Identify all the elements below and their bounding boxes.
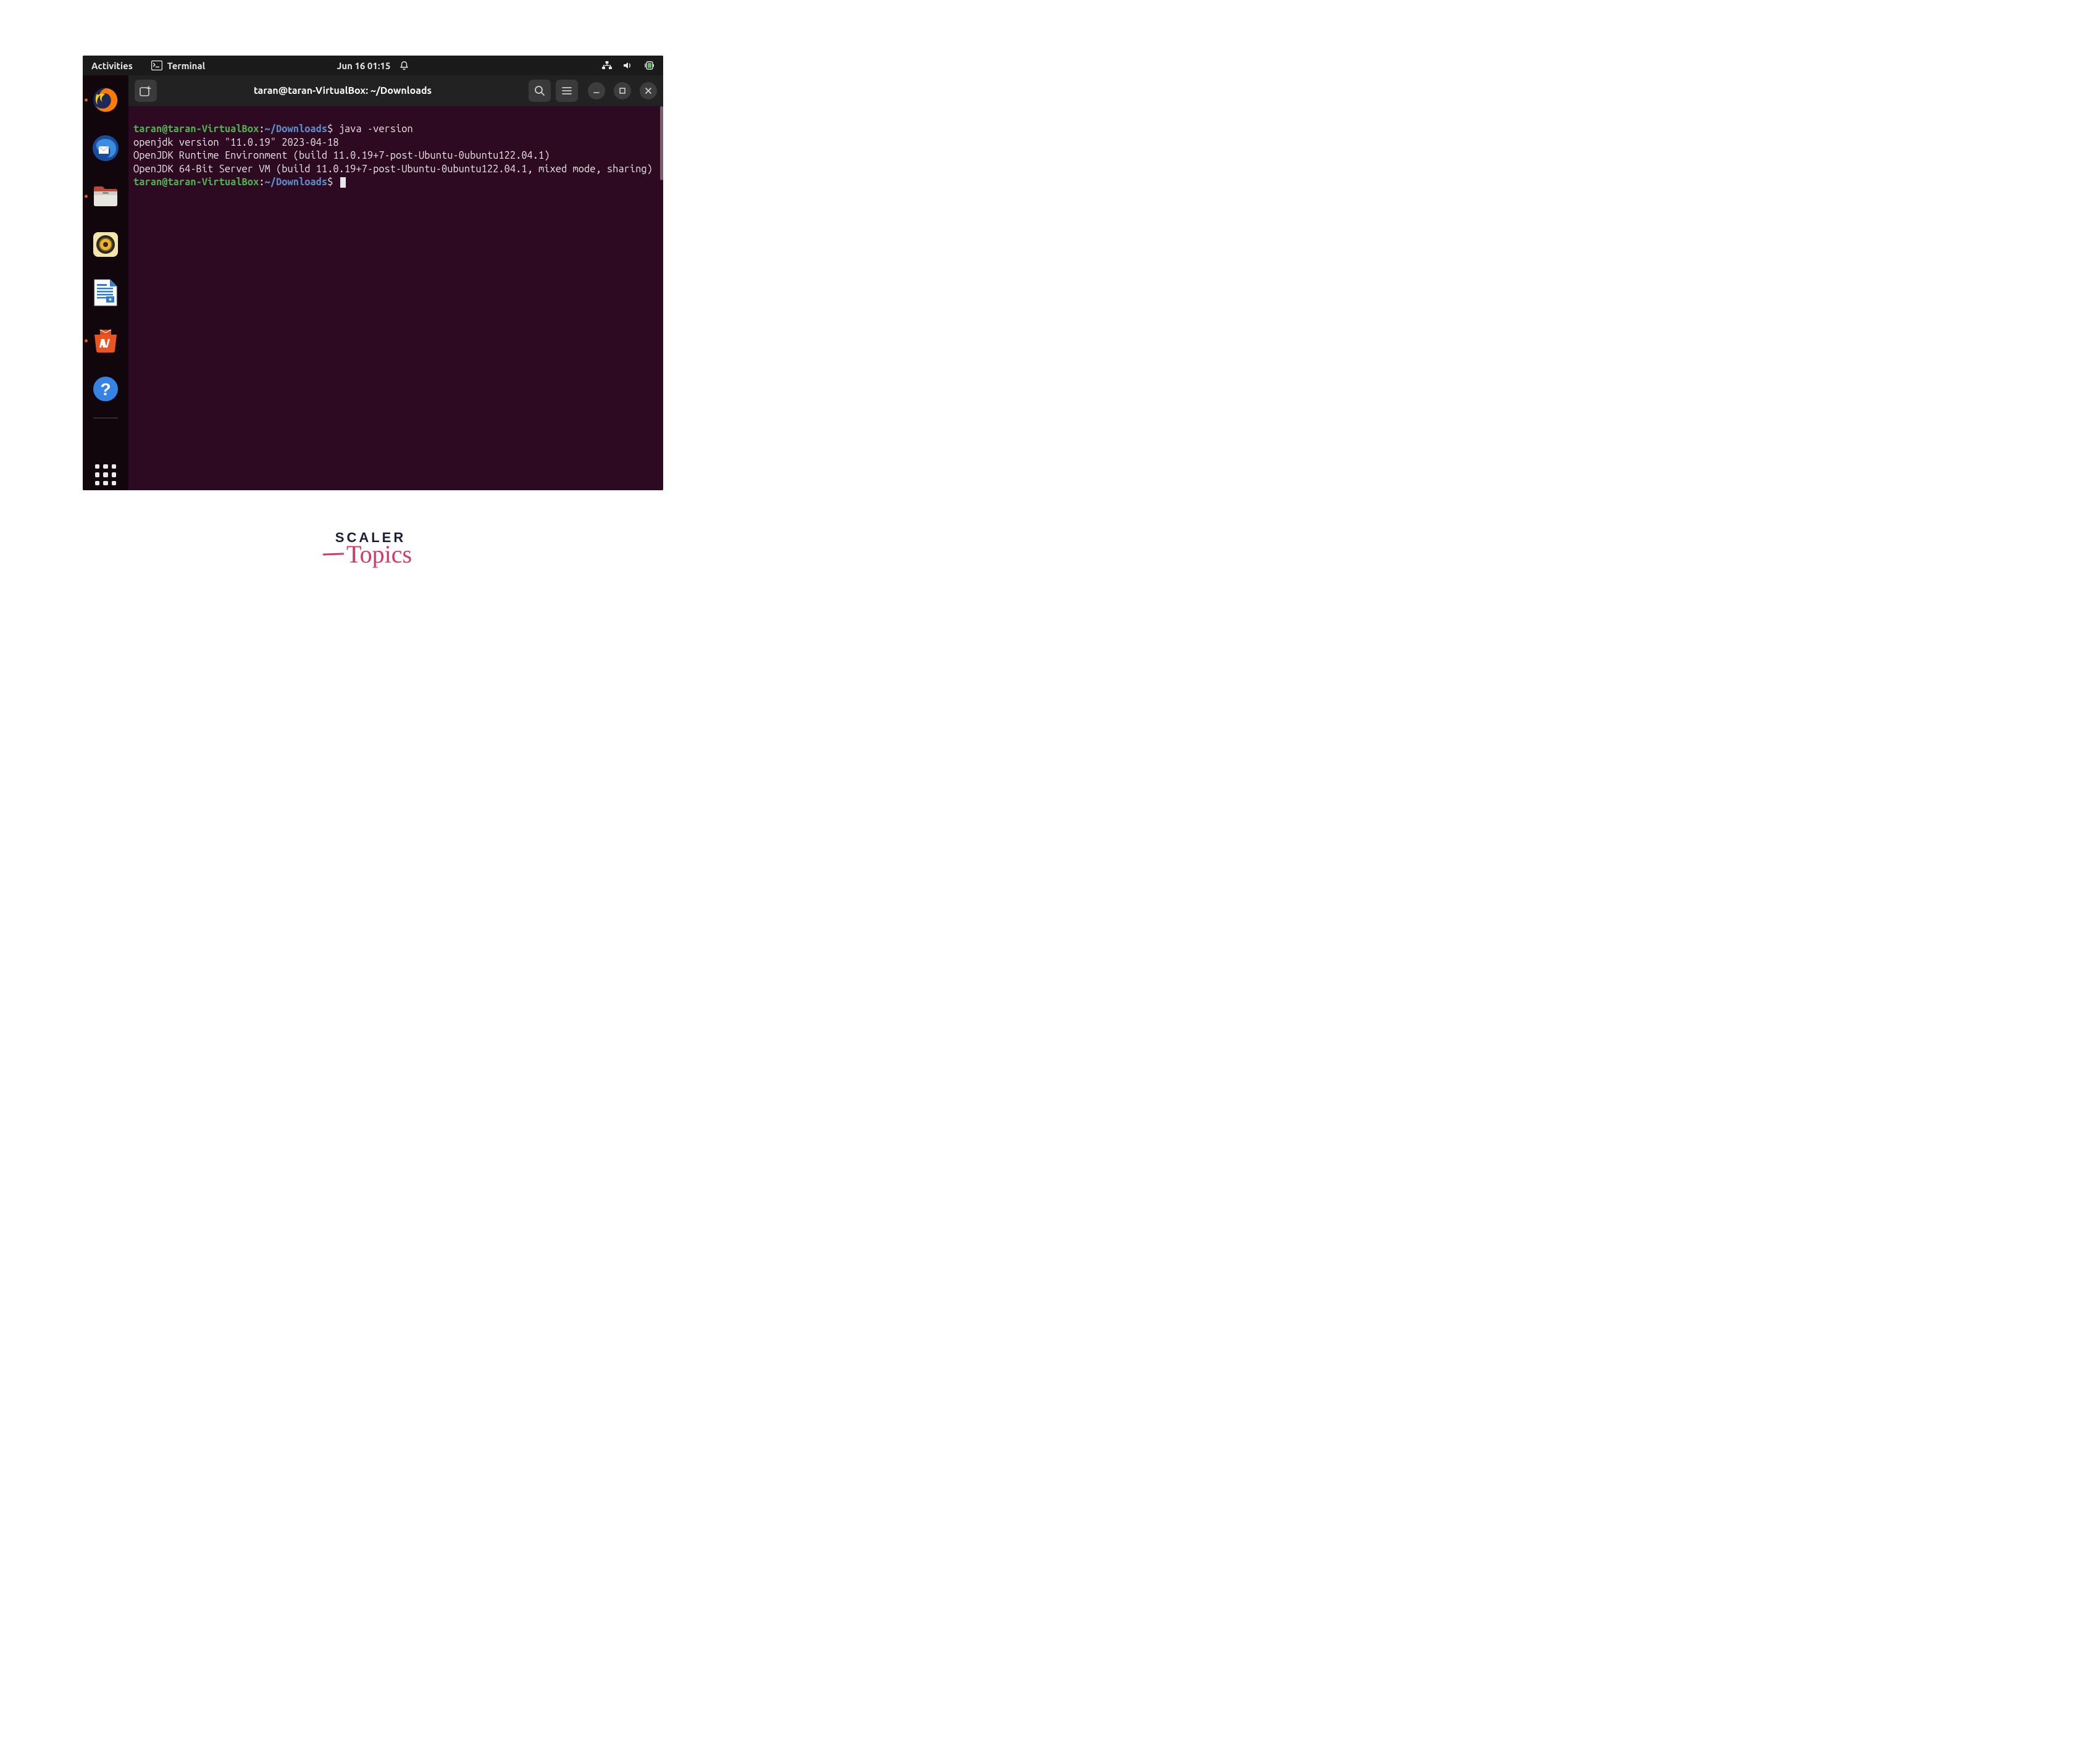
prompt-user: taran@taran-VirtualBox <box>133 177 259 188</box>
search-button[interactable] <box>529 80 551 102</box>
new-tab-icon <box>140 85 152 96</box>
command-text: java -version <box>339 123 413 135</box>
minimize-icon <box>593 87 600 94</box>
network-icon[interactable] <box>601 61 613 70</box>
prompt-user: taran@taran-VirtualBox <box>133 123 259 135</box>
notification-bell-icon[interactable] <box>399 61 409 70</box>
volume-icon[interactable] <box>622 61 634 70</box>
hamburger-icon <box>562 86 572 95</box>
svg-text:?: ? <box>100 380 111 399</box>
power-battery-icon[interactable] <box>643 61 655 70</box>
files-icon <box>91 183 120 209</box>
gnome-menubar: Activities Terminal Jun 16 01:15 <box>83 56 663 75</box>
prompt-symbol: $ <box>327 123 333 135</box>
dock-libreoffice-writer[interactable] <box>91 278 120 307</box>
output-line: OpenJDK Runtime Environment (build 11.0.… <box>133 150 550 161</box>
prompt-colon: : <box>259 177 264 188</box>
dock-firefox[interactable] <box>91 85 120 115</box>
output-line: openjdk version "11.0.19" 2023-04-18 <box>133 137 339 148</box>
running-indicator-icon <box>85 195 88 198</box>
thunderbird-icon <box>91 134 120 162</box>
firefox-icon <box>91 86 120 114</box>
minimize-button[interactable] <box>588 82 605 99</box>
libreoffice-writer-icon <box>93 278 119 307</box>
terminal-icon <box>151 61 162 70</box>
activities-label: Activities <box>91 61 133 71</box>
rhythmbox-icon <box>91 230 120 259</box>
close-icon <box>645 87 652 94</box>
dock-thunderbird[interactable] <box>91 133 120 163</box>
dock-rhythmbox[interactable] <box>91 230 120 259</box>
window-title: taran@taran-VirtualBox: ~/Downloads <box>162 85 524 96</box>
running-indicator-icon <box>85 340 88 343</box>
clock[interactable]: Jun 16 01:15 <box>337 61 391 71</box>
window-titlebar: taran@taran-VirtualBox: ~/Downloads <box>128 75 663 106</box>
hamburger-menu-button[interactable] <box>556 80 578 102</box>
ubuntu-desktop: Activities Terminal Jun 16 01:15 <box>83 56 663 490</box>
prompt-path: ~/Downloads <box>265 177 328 188</box>
dock-separator <box>93 417 118 419</box>
ubuntu-software-icon <box>91 327 120 354</box>
cursor <box>340 177 346 188</box>
scrollbar[interactable] <box>660 106 663 180</box>
show-applications-button[interactable] <box>93 462 119 488</box>
prompt-path: ~/Downloads <box>265 123 328 135</box>
dock-ubuntu-software[interactable] <box>91 326 120 356</box>
terminal-body[interactable]: taran@taran-VirtualBox:~/Downloads$ java… <box>128 106 663 490</box>
prompt-colon: : <box>259 123 264 135</box>
activities-button[interactable]: Activities <box>91 61 133 71</box>
terminal-window: taran@taran-VirtualBox: ~/Downloads <box>128 75 663 490</box>
dock-help[interactable]: ? <box>91 374 120 404</box>
search-icon <box>534 85 545 96</box>
help-icon: ? <box>92 375 119 403</box>
running-indicator-icon <box>85 99 88 102</box>
watermark-line2: Topics <box>329 540 412 569</box>
dock-files[interactable] <box>91 182 120 211</box>
ubuntu-dock: ? <box>83 75 128 490</box>
maximize-icon <box>619 87 626 94</box>
current-app-label: Terminal <box>167 61 205 71</box>
maximize-button[interactable] <box>614 82 631 99</box>
watermark: SCALER Topics <box>329 530 412 569</box>
new-tab-button[interactable] <box>135 80 157 102</box>
prompt-symbol: $ <box>327 177 333 188</box>
close-button[interactable] <box>640 82 657 99</box>
output-line: OpenJDK 64-Bit Server VM (build 11.0.19+… <box>133 164 653 175</box>
current-app-indicator[interactable]: Terminal <box>151 61 205 71</box>
